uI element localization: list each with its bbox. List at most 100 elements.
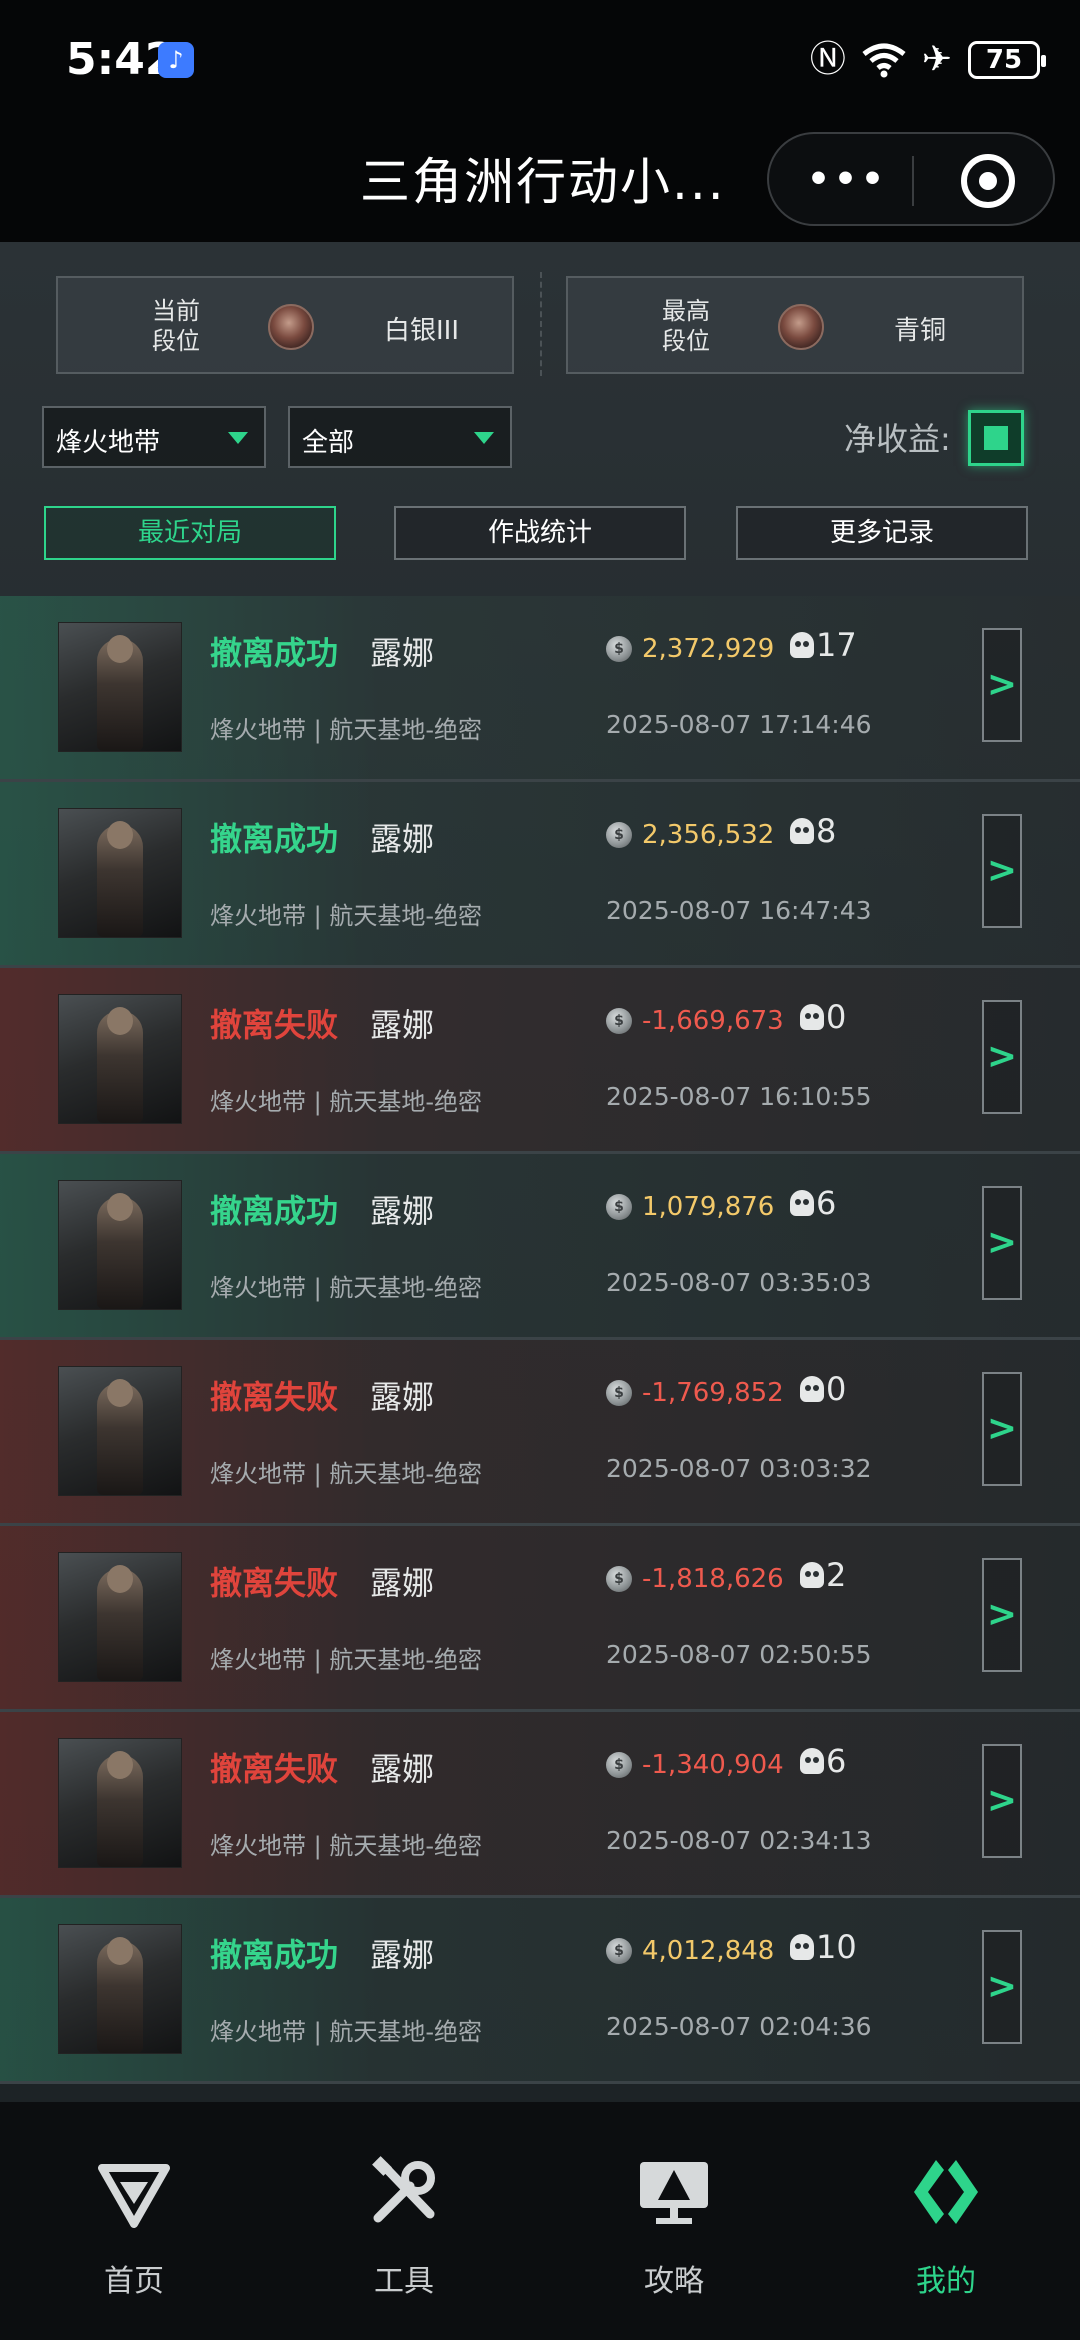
tab-home[interactable]: 首页 — [44, 2152, 224, 2299]
tab-tools[interactable]: 工具 — [314, 2152, 494, 2299]
skull-icon — [800, 1748, 824, 1774]
kill-count: 0 — [826, 998, 847, 1036]
match-time: 2025-08-07 16:47:43 — [606, 896, 872, 925]
scope-select[interactable]: 全部 — [288, 406, 512, 468]
operator-name: 露娜 — [370, 1006, 435, 1044]
kill-count: 10 — [816, 1928, 857, 1966]
status-icons: Ⓝ ✈ 75 — [810, 38, 1046, 82]
match-map: 烽火地带 | 航天基地-绝密 — [210, 1832, 483, 1860]
more-options-button[interactable]: ••• — [807, 160, 884, 200]
match-row[interactable]: 撤离成功 露娜 烽火地带 | 航天基地-绝密 $ 1,079,876 6 202… — [0, 1154, 1080, 1340]
operator-name: 露娜 — [370, 1564, 435, 1602]
extraction-result: 撤离失败 — [210, 1564, 339, 1602]
kill-count: 17 — [816, 626, 857, 664]
kill-count: 8 — [816, 812, 837, 850]
match-row[interactable]: 撤离失败 露娜 烽火地带 | 航天基地-绝密 $ -1,669,673 0 20… — [0, 968, 1080, 1154]
match-time: 2025-08-07 02:50:55 — [606, 1640, 872, 1669]
skull-icon — [790, 818, 814, 844]
match-map: 烽火地带 | 航天基地-绝密 — [210, 1460, 483, 1488]
coin-icon: $ — [606, 1380, 632, 1406]
guide-icon — [640, 2162, 708, 2224]
match-detail-button[interactable]: > — [982, 1744, 1022, 1858]
mode-select-value: 烽火地带 — [56, 428, 161, 458]
mode-select[interactable]: 烽火地带 — [42, 406, 266, 468]
music-app-icon: ♪ — [158, 42, 194, 78]
tools-icon — [372, 2156, 435, 2223]
skull-icon — [800, 1376, 824, 1402]
operator-avatar — [58, 1366, 182, 1496]
record-content: 当前段位 白银III 最高段位 青铜 烽火地带 全部 净收益: 最近对局 作战统… — [0, 242, 1080, 2102]
current-rank-value: 白银III — [384, 316, 460, 346]
operator-avatar — [58, 994, 182, 1124]
match-detail-button[interactable]: > — [982, 1558, 1022, 1672]
close-mini-program-button[interactable] — [961, 154, 1015, 208]
highest-rank-value: 青铜 — [894, 316, 947, 346]
operator-name: 露娜 — [370, 1750, 435, 1788]
match-map: 烽火地带 | 航天基地-绝密 — [210, 2018, 483, 2046]
battery-indicator: 75 — [968, 41, 1046, 79]
net-profit-checkbox[interactable] — [968, 410, 1024, 466]
tab-guide[interactable]: 攻略 — [584, 2152, 764, 2299]
kills: 0 — [800, 998, 846, 1036]
net-profit-label: 净收益: — [844, 420, 951, 458]
capsule-divider — [912, 156, 914, 206]
tab-profile[interactable]: 我的 — [856, 2152, 1036, 2299]
net-value: 2,356,532 — [642, 820, 775, 850]
operator-avatar — [58, 1738, 182, 1868]
operator-name: 露娜 — [370, 820, 435, 858]
coin-icon: $ — [606, 1752, 632, 1778]
net-value: 4,012,848 — [642, 1936, 775, 1966]
net-value: -1,669,673 — [642, 1006, 784, 1036]
skull-icon — [790, 632, 814, 658]
match-time: 2025-08-07 16:10:55 — [606, 1082, 872, 1111]
kills: 0 — [800, 1370, 846, 1408]
kills: 17 — [790, 626, 857, 664]
mini-program-nav-bar: 三角洲行动小... ••• — [0, 120, 1080, 242]
operator-avatar — [58, 622, 182, 752]
match-row[interactable]: 撤离成功 露娜 烽火地带 | 航天基地-绝密 $ 2,356,532 8 202… — [0, 782, 1080, 968]
kill-count: 2 — [826, 1556, 847, 1594]
match-detail-button[interactable]: > — [982, 628, 1022, 742]
coin-icon: $ — [606, 636, 632, 662]
caret-down-icon — [474, 432, 494, 444]
match-detail-button[interactable]: > — [982, 1930, 1022, 2044]
operator-avatar — [58, 808, 182, 938]
skull-icon — [790, 1934, 814, 1960]
match-row[interactable]: 撤离失败 露娜 烽火地带 | 航天基地-绝密 $ -1,340,904 6 20… — [0, 1712, 1080, 1898]
tab-profile-label: 我的 — [916, 2264, 976, 2299]
net-value: -1,340,904 — [642, 1750, 784, 1780]
operator-avatar — [58, 1924, 182, 2054]
extraction-result: 撤离失败 — [210, 1750, 339, 1788]
match-map: 烽火地带 | 航天基地-绝密 — [210, 1088, 483, 1116]
skull-icon — [800, 1004, 824, 1030]
match-time: 2025-08-07 02:34:13 — [606, 1826, 872, 1855]
highest-rank-label: 最高段位 — [662, 297, 710, 355]
match-detail-button[interactable]: > — [982, 1372, 1022, 1486]
tab-battle-stats[interactable]: 作战统计 — [394, 506, 686, 560]
coin-icon: $ — [606, 822, 632, 848]
tab-more-records[interactable]: 更多记录 — [736, 506, 1028, 560]
match-time: 2025-08-07 17:14:46 — [606, 710, 872, 739]
match-map: 烽火地带 | 航天基地-绝密 — [210, 1274, 483, 1302]
match-detail-button[interactable]: > — [982, 1186, 1022, 1300]
match-detail-button[interactable]: > — [982, 1000, 1022, 1114]
match-row[interactable]: 撤离失败 露娜 烽火地带 | 航天基地-绝密 $ -1,818,626 2 20… — [0, 1526, 1080, 1712]
extraction-result: 撤离成功 — [210, 1192, 339, 1230]
home-logo-icon — [98, 2164, 170, 2228]
kill-count: 0 — [826, 1370, 847, 1408]
tab-recent-matches[interactable]: 最近对局 — [44, 506, 336, 560]
status-bar: 5:42 ♪ Ⓝ ✈ 75 — [0, 0, 1080, 120]
bottom-tab-bar: 首页 工具 攻略 我的 — [0, 2102, 1080, 2340]
net-value: 1,079,876 — [642, 1192, 775, 1222]
match-row[interactable]: 撤离失败 露娜 烽火地带 | 航天基地-绝密 $ -1,769,852 0 20… — [0, 1340, 1080, 1526]
scope-select-value: 全部 — [302, 428, 355, 458]
skull-icon — [790, 1190, 814, 1216]
kills: 6 — [790, 1184, 836, 1222]
match-detail-button[interactable]: > — [982, 814, 1022, 928]
kills: 10 — [790, 1928, 857, 1966]
match-row[interactable]: 撤离成功 露娜 烽火地带 | 航天基地-绝密 $ 4,012,848 10 20… — [0, 1898, 1080, 2084]
match-row[interactable]: 撤离成功 露娜 烽火地带 | 航天基地-绝密 $ 2,372,929 17 20… — [0, 596, 1080, 782]
tab-tools-label: 工具 — [374, 2264, 434, 2299]
current-rank-card: 当前段位 白银III — [56, 276, 514, 374]
kills: 2 — [800, 1556, 846, 1594]
